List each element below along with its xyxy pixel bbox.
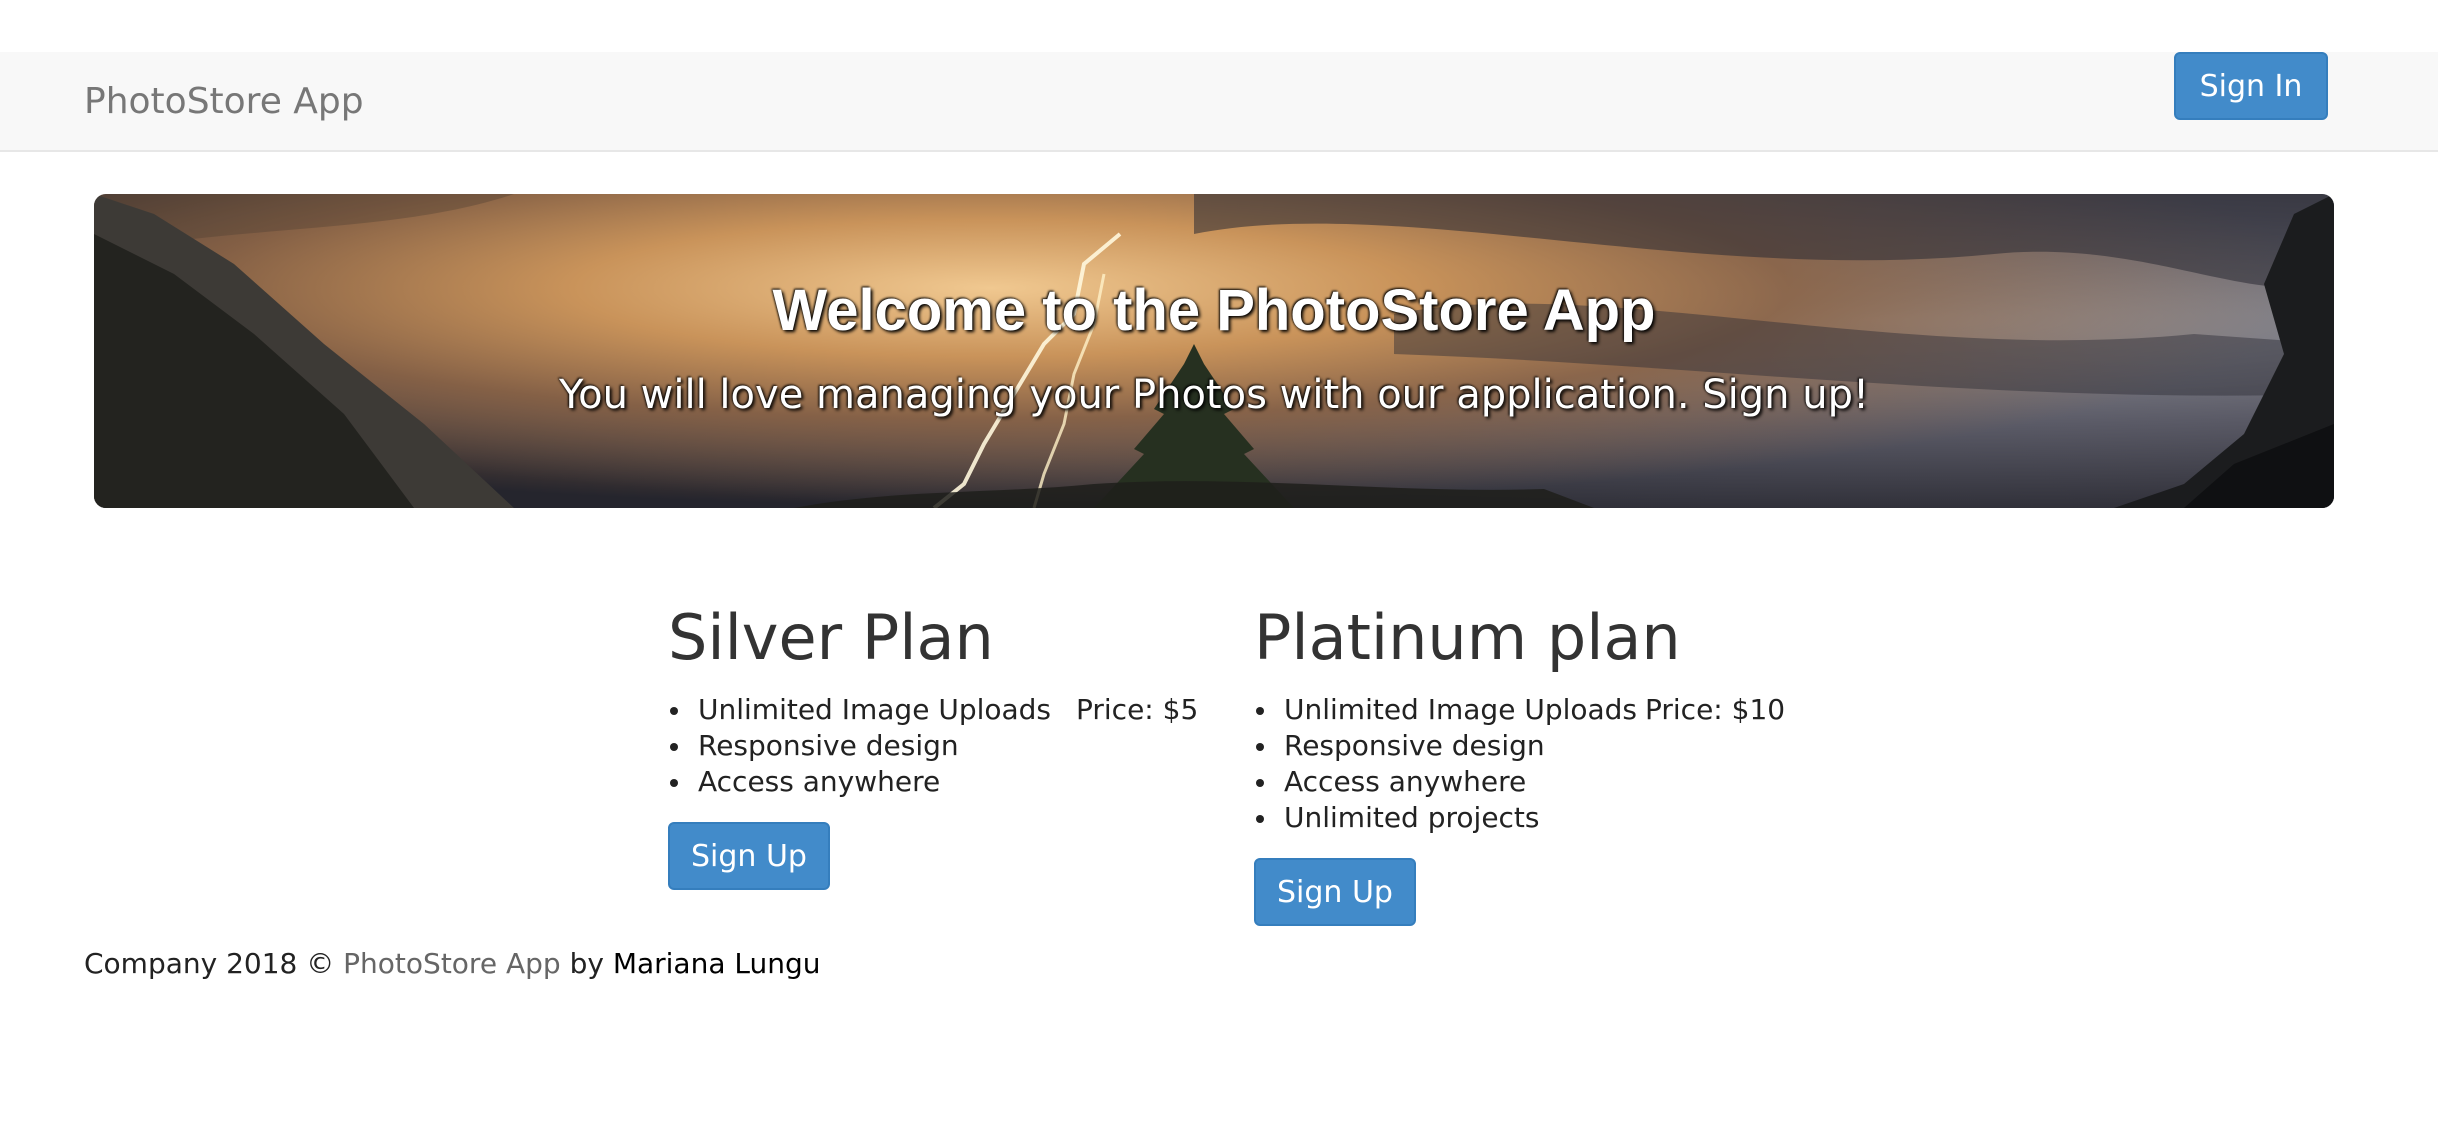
feature-list: Unlimited Image Uploads Responsive desig…: [668, 692, 1051, 800]
list-item: Unlimited Image Uploads: [668, 692, 1051, 728]
list-item: Access anywhere: [1254, 764, 1637, 800]
list-item: Unlimited Image Uploads: [1254, 692, 1637, 728]
storm-landscape-image: [94, 194, 2334, 508]
navbar: PhotoStore App Sign In: [0, 52, 2438, 152]
platinum-sign-up-button[interactable]: Sign Up: [1254, 858, 1416, 926]
footer-author: Mariana Lungu: [612, 947, 821, 980]
sign-in-button[interactable]: Sign In: [2174, 52, 2328, 120]
brand-link[interactable]: PhotoStore App: [84, 78, 364, 126]
footer-by: by: [569, 947, 604, 980]
footer: Company 2018 © PhotoStore App by Mariana…: [84, 946, 821, 982]
plan-price: Price: $5: [1076, 693, 1199, 726]
footer-copyright: Company 2018 ©: [84, 947, 335, 980]
plan-title: Silver Plan: [668, 601, 994, 674]
list-item: Responsive design: [668, 728, 1051, 764]
footer-app-link[interactable]: PhotoStore App: [343, 947, 560, 980]
silver-plan-card: Silver Plan Unlimited Image Uploads Resp…: [668, 600, 1228, 900]
silver-sign-up-button[interactable]: Sign Up: [668, 822, 830, 890]
hero-subtitle: You will love managing your Photos with …: [559, 372, 1869, 418]
plan-title: Platinum plan: [1254, 601, 1681, 674]
hero-title: Welcome to the PhotoStore App: [772, 278, 1656, 343]
list-item: Responsive design: [1254, 728, 1637, 764]
list-item: Access anywhere: [668, 764, 1051, 800]
hero-banner: Welcome to the PhotoStore App You will l…: [94, 194, 2334, 508]
plan-price: Price: $10: [1645, 693, 1786, 726]
list-item: Unlimited projects: [1254, 800, 1637, 836]
platinum-plan-card: Platinum plan Unlimited Image Uploads Re…: [1254, 600, 1814, 940]
feature-list: Unlimited Image Uploads Responsive desig…: [1254, 692, 1637, 836]
